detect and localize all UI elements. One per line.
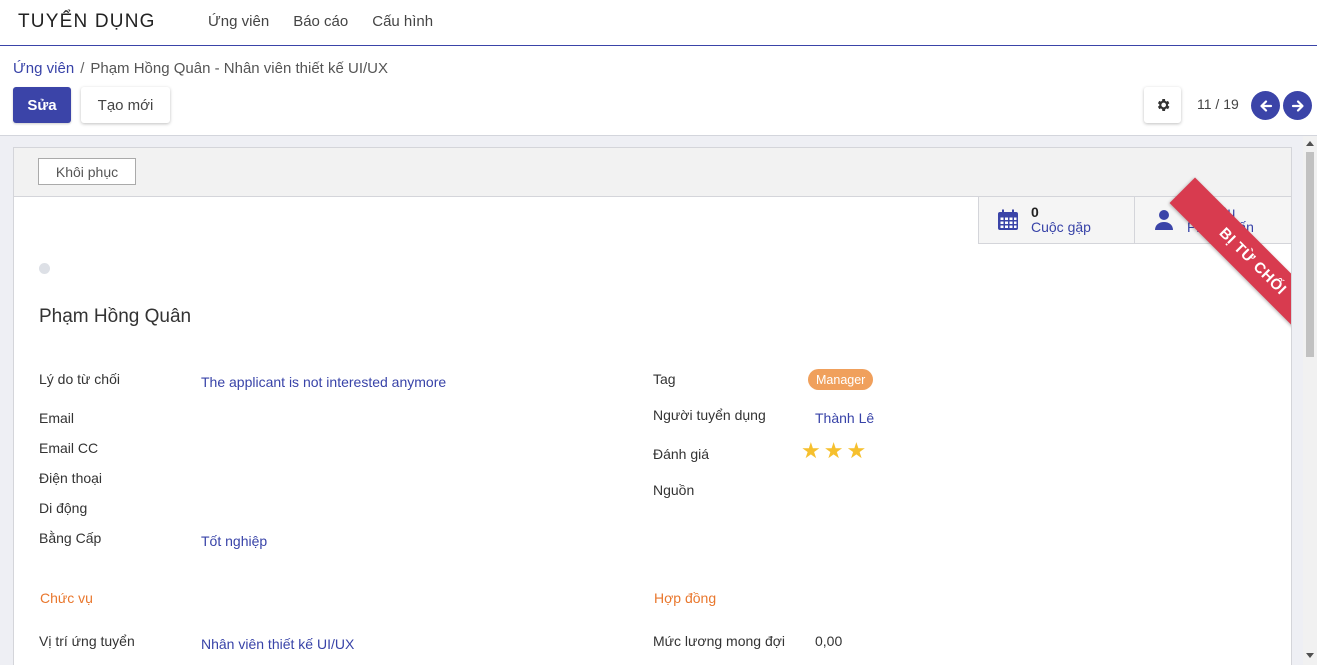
gear-icon: [1157, 99, 1169, 111]
refuse-reason-label: Lý do từ chối: [39, 371, 120, 387]
menu-item-configuration[interactable]: Cấu hình: [372, 13, 433, 30]
scrollbar-thumb[interactable]: [1306, 152, 1314, 357]
breadcrumb-current: Phạm Hồng Quân - Nhân viên thiết kế UI/U…: [90, 60, 389, 77]
form-sheet: Khôi phục 0 Cuộc gặp Bắt đầu Phóng vấn B…: [13, 147, 1292, 665]
degree-value[interactable]: Tốt nghiệp: [201, 533, 267, 549]
user-icon: [1155, 210, 1173, 230]
main-menu: Ứng viên Báo cáo Cấu hình: [208, 13, 457, 30]
create-button[interactable]: Tạo mới: [81, 87, 170, 123]
restore-button[interactable]: Khôi phục: [38, 158, 136, 185]
star-icon[interactable]: ★: [824, 440, 844, 462]
degree-label: Bằng Cấp: [39, 530, 102, 546]
section-job-title: Chức vụ: [40, 590, 93, 606]
previous-record-button[interactable]: [1251, 91, 1280, 120]
phone-label: Điện thoại: [39, 470, 103, 486]
source-label: Nguồn: [653, 482, 695, 498]
mobile-label: Di động: [39, 500, 88, 516]
edit-button[interactable]: Sửa: [13, 87, 71, 123]
expected-salary-value: 0,00: [815, 633, 843, 649]
calendar-icon: [998, 209, 1018, 230]
top-navbar: TUYỂN DỤNG Ứng viên Báo cáo Cấu hình: [0, 0, 1317, 46]
scroll-up-arrow-icon[interactable]: [1306, 141, 1314, 146]
tag-badge-manager[interactable]: Manager: [808, 369, 874, 390]
email-cc-label: Email CC: [39, 440, 99, 456]
scroll-down-arrow-icon[interactable]: [1306, 653, 1314, 658]
menu-item-applicants[interactable]: Ứng viên: [208, 13, 269, 30]
menu-item-reports[interactable]: Báo cáo: [293, 13, 348, 30]
vertical-scrollbar[interactable]: [1303, 136, 1317, 665]
meetings-count: 0: [1031, 204, 1039, 220]
applicant-name: Phạm Hồng Quân: [39, 306, 192, 327]
control-panel: Ứng viên / Phạm Hồng Quân - Nhân viên thiế…: [0, 46, 1317, 136]
app-brand[interactable]: TUYỂN DỤNG: [18, 11, 156, 33]
arrow-right-icon: [1291, 99, 1304, 112]
section-contract: Hợp đồng: [654, 590, 717, 606]
rating-label: Đánh giá: [653, 446, 710, 462]
breadcrumb-separator: /: [80, 60, 85, 77]
form-statusbar: Khôi phục: [14, 148, 1291, 197]
expected-salary-label: Mức lương mong đợi: [653, 633, 786, 649]
breadcrumb-parent-link[interactable]: Ứng viên: [13, 60, 74, 77]
meetings-label: Cuộc gặp: [1031, 219, 1091, 235]
meetings-smart-button[interactable]: 0 Cuộc gặp: [978, 197, 1135, 244]
priority-status-dot[interactable]: [39, 263, 50, 274]
breadcrumb: Ứng viên / Phạm Hồng Quân - Nhân viên thiế…: [13, 60, 388, 77]
rating-stars[interactable]: ★ ★ ★: [801, 440, 869, 462]
applied-job-label: Vị trí ứng tuyển: [39, 633, 135, 649]
arrow-left-icon: [1259, 99, 1272, 112]
applied-job-value[interactable]: Nhân viên thiết kế UI/UX: [201, 636, 354, 652]
email-label: Email: [39, 410, 75, 426]
tag-label: Tag: [653, 371, 676, 387]
recruiter-value[interactable]: Thành Lê: [815, 410, 874, 426]
settings-button[interactable]: [1144, 87, 1181, 123]
recruiter-label: Người tuyển dụng: [653, 407, 766, 423]
refuse-reason-value[interactable]: The applicant is not interested anymore: [201, 374, 446, 390]
pager-value[interactable]: 11 / 19: [1197, 96, 1239, 112]
star-icon[interactable]: ★: [801, 440, 821, 462]
star-icon[interactable]: ★: [846, 440, 866, 462]
next-record-button[interactable]: [1283, 91, 1312, 120]
